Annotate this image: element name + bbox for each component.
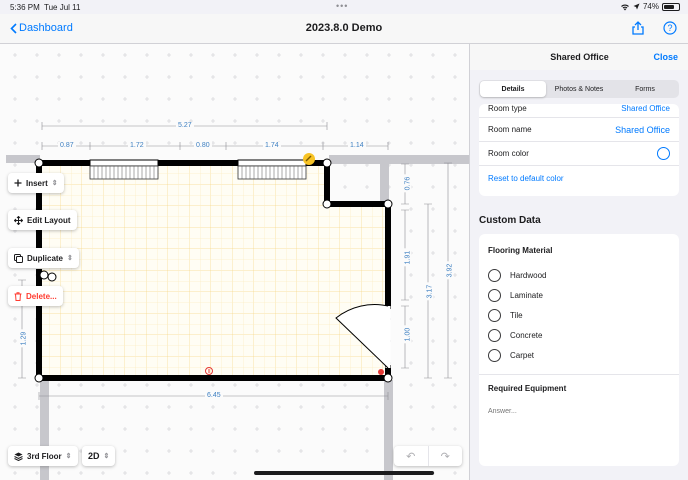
chevron-up-down-icon: ⇕ bbox=[51, 180, 58, 187]
wifi-icon bbox=[621, 4, 629, 10]
required-equipment-input[interactable] bbox=[488, 408, 670, 415]
flooring-option-tile[interactable]: Tile bbox=[488, 309, 523, 322]
room-name-value[interactable]: Shared Office bbox=[615, 125, 670, 135]
delete-label: Delete... bbox=[26, 291, 57, 301]
floor-selector[interactable]: 3rd Floor ⇕ bbox=[8, 446, 78, 466]
room-type-row[interactable]: Room type Shared Office bbox=[479, 104, 679, 118]
flooring-material-label: Flooring Material bbox=[488, 246, 553, 255]
room-properties-group: Room type Shared Office Room name Shared… bbox=[479, 104, 679, 196]
insert-button[interactable]: Insert ⇕ bbox=[8, 173, 64, 193]
option-label: Hardwood bbox=[510, 271, 547, 280]
radio-icon bbox=[488, 309, 501, 322]
duplicate-button[interactable]: Duplicate ⇕ bbox=[8, 248, 79, 268]
room-color-label: Room color bbox=[488, 149, 529, 158]
status-date: Tue Jul 11 bbox=[44, 3, 81, 12]
panel-header: Shared Office Close bbox=[470, 44, 688, 70]
status-bar: 5:36 PM Tue Jul 11 ••• 74% bbox=[0, 0, 688, 14]
back-button[interactable]: Dashboard bbox=[10, 22, 73, 34]
insert-label: Insert bbox=[26, 178, 48, 188]
nav-bar: Dashboard 2023.8.0 Demo ? bbox=[0, 14, 688, 44]
status-right: 74% bbox=[620, 2, 680, 11]
option-label: Carpet bbox=[510, 351, 535, 360]
edit-layout-label: Edit Layout bbox=[27, 215, 71, 225]
delete-button[interactable]: Delete... bbox=[8, 286, 63, 306]
floor-label: 3rd Floor bbox=[27, 451, 62, 461]
custom-data-group: Flooring Material Hardwood Laminate Tile… bbox=[479, 234, 679, 466]
chevron-up-down-icon: ⇕ bbox=[67, 255, 73, 262]
status-time: 5:36 PM bbox=[10, 3, 40, 12]
room-color-row[interactable]: Room color bbox=[479, 142, 679, 166]
tab-photos-notes[interactable]: Photos & Notes bbox=[546, 81, 612, 97]
chevron-up-down-icon: ⇕ bbox=[103, 453, 110, 460]
svg-text:?: ? bbox=[667, 23, 672, 33]
panel-tabs: Details Photos & Notes Forms bbox=[479, 80, 679, 98]
share-icon[interactable] bbox=[630, 20, 646, 36]
help-icon[interactable]: ? bbox=[662, 20, 678, 36]
room-name-label: Room name bbox=[488, 125, 532, 134]
window-left[interactable] bbox=[89, 159, 159, 180]
color-swatch-icon[interactable] bbox=[657, 147, 670, 160]
view-mode-label: 2D bbox=[88, 451, 100, 461]
floor-plan-canvas[interactable]: 5.27 0.87 1.72 0.80 1.74 1.14 0.76 1.91 … bbox=[0, 44, 469, 480]
flooring-option-laminate[interactable]: Laminate bbox=[488, 289, 543, 302]
divider bbox=[479, 374, 679, 375]
duplicate-icon bbox=[14, 253, 23, 263]
layers-icon bbox=[14, 452, 23, 461]
move-arrows-icon bbox=[14, 215, 23, 225]
option-label: Tile bbox=[510, 311, 523, 320]
undo-redo-group: ↶ ↷ bbox=[394, 446, 462, 466]
multitasking-dots-icon[interactable]: ••• bbox=[336, 1, 348, 11]
home-indicator[interactable] bbox=[254, 471, 434, 475]
flooring-option-carpet[interactable]: Carpet bbox=[488, 349, 534, 362]
room-details-panel: Shared Office Close Details Photos & Not… bbox=[469, 44, 688, 480]
custom-data-heading: Custom Data bbox=[479, 215, 541, 226]
room-type-label: Room type bbox=[488, 104, 527, 113]
reset-color-label: Reset to default color bbox=[488, 173, 564, 183]
attachment-marker-icon[interactable] bbox=[303, 153, 315, 165]
required-equipment-label: Required Equipment bbox=[488, 384, 567, 393]
battery-percent: 74% bbox=[642, 2, 659, 11]
option-label: Concrete bbox=[510, 331, 543, 340]
edit-layout-button[interactable]: Edit Layout bbox=[8, 210, 77, 230]
option-label: Laminate bbox=[510, 291, 543, 300]
trash-icon bbox=[14, 291, 22, 301]
undo-icon[interactable]: ↶ bbox=[394, 446, 429, 466]
page-title: 2023.8.0 Demo bbox=[305, 22, 383, 34]
flooring-option-concrete[interactable]: Concrete bbox=[488, 329, 542, 342]
outlet-marker-icon[interactable] bbox=[378, 369, 384, 375]
view-mode-selector[interactable]: 2D ⇕ bbox=[82, 446, 116, 466]
radio-icon bbox=[488, 289, 501, 302]
radio-icon bbox=[488, 269, 501, 282]
flooring-option-hardwood[interactable]: Hardwood bbox=[488, 269, 546, 282]
close-button[interactable]: Close bbox=[653, 52, 678, 62]
room-name-row[interactable]: Room name Shared Office bbox=[479, 118, 679, 142]
tab-details[interactable]: Details bbox=[480, 81, 546, 97]
chevron-left-icon bbox=[10, 22, 17, 34]
window-right[interactable] bbox=[237, 159, 307, 180]
radio-icon bbox=[488, 329, 501, 342]
room-type-value[interactable]: Shared Office bbox=[621, 104, 670, 113]
chevron-up-down-icon: ⇕ bbox=[65, 453, 72, 460]
radio-icon bbox=[488, 349, 501, 362]
duplicate-label: Duplicate bbox=[27, 253, 64, 263]
reset-color-button[interactable]: Reset to default color bbox=[479, 166, 679, 190]
location-icon bbox=[633, 3, 640, 10]
battery-icon bbox=[662, 2, 680, 11]
tab-forms[interactable]: Forms bbox=[612, 81, 678, 97]
redo-icon[interactable]: ↷ bbox=[429, 446, 463, 466]
back-label: Dashboard bbox=[19, 22, 73, 34]
plus-icon bbox=[14, 179, 22, 187]
